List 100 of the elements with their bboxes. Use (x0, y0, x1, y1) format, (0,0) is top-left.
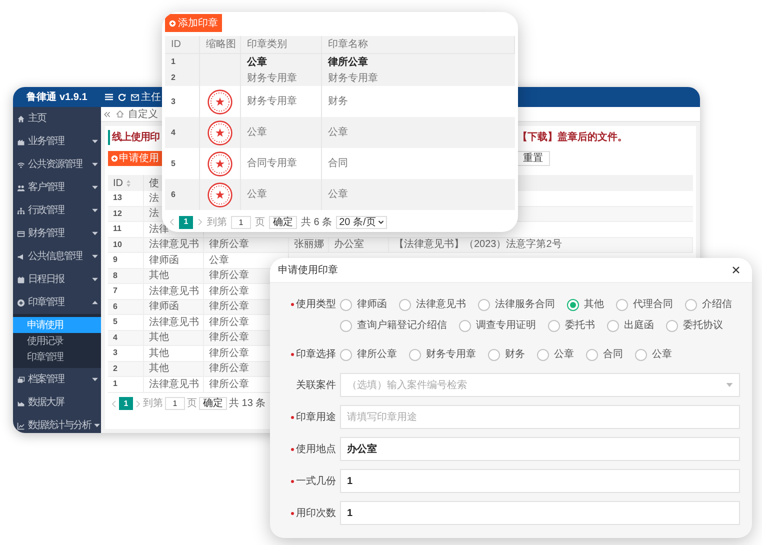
table-cell: 律师函 (144, 300, 204, 314)
table-cell: 3 (108, 346, 144, 360)
table-cell: 其他 (144, 268, 204, 283)
table-cell: 公章 (241, 179, 322, 210)
reset-button[interactable]: 重置 (516, 151, 550, 166)
field-label: 一式几份 (296, 474, 336, 488)
sidebar-item[interactable]: 客户管理 (13, 176, 101, 199)
megaphone-icon (17, 252, 25, 260)
table-cell: 8 (108, 268, 144, 283)
sidebar-item[interactable]: 档案管理 (13, 368, 101, 391)
stamp-icon (207, 150, 233, 176)
field-label: 用印次数 (296, 506, 336, 520)
mail-icon[interactable] (131, 94, 139, 100)
table-cell: 4 (108, 330, 144, 345)
sidebar-item[interactable]: 业务管理 (13, 130, 101, 153)
submenu-item[interactable]: 使用记录 (13, 333, 101, 349)
page-button[interactable]: 1 (179, 216, 193, 228)
radio-option[interactable]: 委托协议 (666, 315, 723, 336)
goto-label: 到第 (207, 216, 227, 230)
sort-icon[interactable] (126, 180, 131, 186)
radio-option[interactable]: 介绍信 (685, 294, 732, 315)
page-input[interactable]: 1 (165, 397, 185, 410)
radio-option[interactable]: 财务 (488, 344, 525, 365)
radio-option[interactable]: 其他 (567, 294, 604, 315)
sidebar-item[interactable]: 印章管理 (13, 291, 101, 314)
radio-option[interactable]: 调查专用证明 (459, 315, 536, 336)
page-button[interactable]: 1 (119, 397, 133, 410)
refresh-icon[interactable] (118, 93, 126, 101)
radio-option[interactable]: 合同 (586, 344, 623, 365)
plus-circle-icon (111, 155, 118, 162)
home-icon[interactable] (116, 110, 124, 118)
radio-option[interactable]: 查询户籍登记介绍信 (340, 315, 447, 336)
table-cell: 张丽娜 (289, 238, 329, 252)
stamp-icon (207, 88, 233, 114)
sidebar-item[interactable]: 公共信息管理 (13, 245, 101, 268)
close-icon[interactable] (732, 266, 740, 274)
column-header: 缩略图 (200, 36, 241, 53)
table-cell-text: 财务 (327, 94, 349, 109)
table-cell-text: 公章 (327, 126, 349, 140)
table-cell: 律师函 (144, 253, 204, 268)
users-icon (17, 184, 25, 192)
radio-option[interactable]: 公章 (635, 344, 672, 365)
page-tab[interactable]: 自定义 (128, 106, 158, 122)
confirm-button[interactable]: 确定 (199, 397, 227, 410)
chevron-right-icon[interactable] (135, 400, 141, 408)
text-field[interactable]: 请填写印章用途 (340, 405, 740, 429)
radio-option[interactable]: 出庭函 (607, 315, 654, 336)
collapse-icon[interactable] (103, 110, 111, 118)
submenu-item[interactable]: 印章管理 (13, 349, 101, 365)
table-cell: 法律意见书 (144, 238, 204, 252)
radio-option[interactable]: 律师函 (340, 294, 387, 315)
radio-option[interactable]: 财务专用章 (409, 344, 476, 365)
sidebar-item[interactable]: 主页 (13, 107, 101, 130)
column-header: 印章名称 (322, 36, 515, 53)
caret-icon (378, 220, 384, 224)
table-cell: 【法律意见书】（2023）法意字第2号 (389, 238, 693, 252)
radio-option[interactable]: 公章 (537, 344, 574, 365)
radio-option[interactable]: 委托书 (548, 315, 595, 336)
total-count: 共 13 条 (229, 396, 266, 411)
confirm-button[interactable]: 确定 (269, 216, 297, 228)
page-unit: 页 (187, 397, 197, 411)
table-cell: 2 (108, 362, 144, 376)
table-cell: 10 (108, 238, 144, 252)
sidebar-item[interactable]: 行政管理 (13, 199, 101, 222)
table-cell: 6 (108, 300, 144, 314)
factory-icon (17, 138, 25, 146)
field-label: 印章用途 (296, 410, 336, 424)
table-cell: 11 (108, 222, 144, 236)
app-title: 鲁律通 v1.9.1 (26, 90, 88, 104)
table-cell: 5 (108, 315, 144, 330)
chevron-right-icon[interactable] (197, 218, 203, 226)
notice-text: 【下载】盖章后的文件。 (518, 130, 628, 145)
chevron-left-icon[interactable] (169, 218, 175, 226)
sidebar-item[interactable]: 日程日报 (13, 268, 101, 291)
radio-option[interactable]: 法律服务合同 (478, 294, 555, 315)
sidebar-item[interactable]: 数据大屏 (13, 391, 101, 414)
menu-icon[interactable] (105, 93, 113, 101)
table-cell-text: 财务专用章 (327, 72, 379, 86)
calendar-icon (17, 276, 25, 284)
sidebar-item[interactable]: 财务管理 (13, 222, 101, 245)
table-cell: 法律意见书 (144, 284, 204, 298)
radio-option[interactable]: 代理合同 (616, 294, 673, 315)
page-input[interactable]: 1 (231, 216, 251, 228)
page-title: 线上使用印 (112, 130, 160, 145)
sidebar-item[interactable]: 数据统计与分析 (13, 414, 101, 433)
page-size-select[interactable]: 20 条/页 (336, 216, 387, 228)
sidebar-item[interactable]: 公共资源管理 (13, 153, 101, 176)
text-field[interactable]: 1 (340, 501, 740, 525)
card-icon (17, 230, 25, 238)
stamp-icon (207, 182, 233, 208)
chevron-left-icon[interactable] (111, 400, 117, 408)
radio-option[interactable]: 律所公章 (340, 344, 397, 365)
text-field[interactable]: 1 (340, 469, 740, 493)
user-name[interactable]: 主任 (141, 90, 161, 104)
field-label: 印章选择 (296, 348, 336, 362)
radio-option[interactable]: 法律意见书 (399, 294, 466, 315)
text-field[interactable]: 办公室 (340, 437, 740, 461)
table-cell: 其他 (144, 346, 204, 360)
home-icon (17, 114, 25, 122)
line-chart-icon (17, 422, 25, 430)
